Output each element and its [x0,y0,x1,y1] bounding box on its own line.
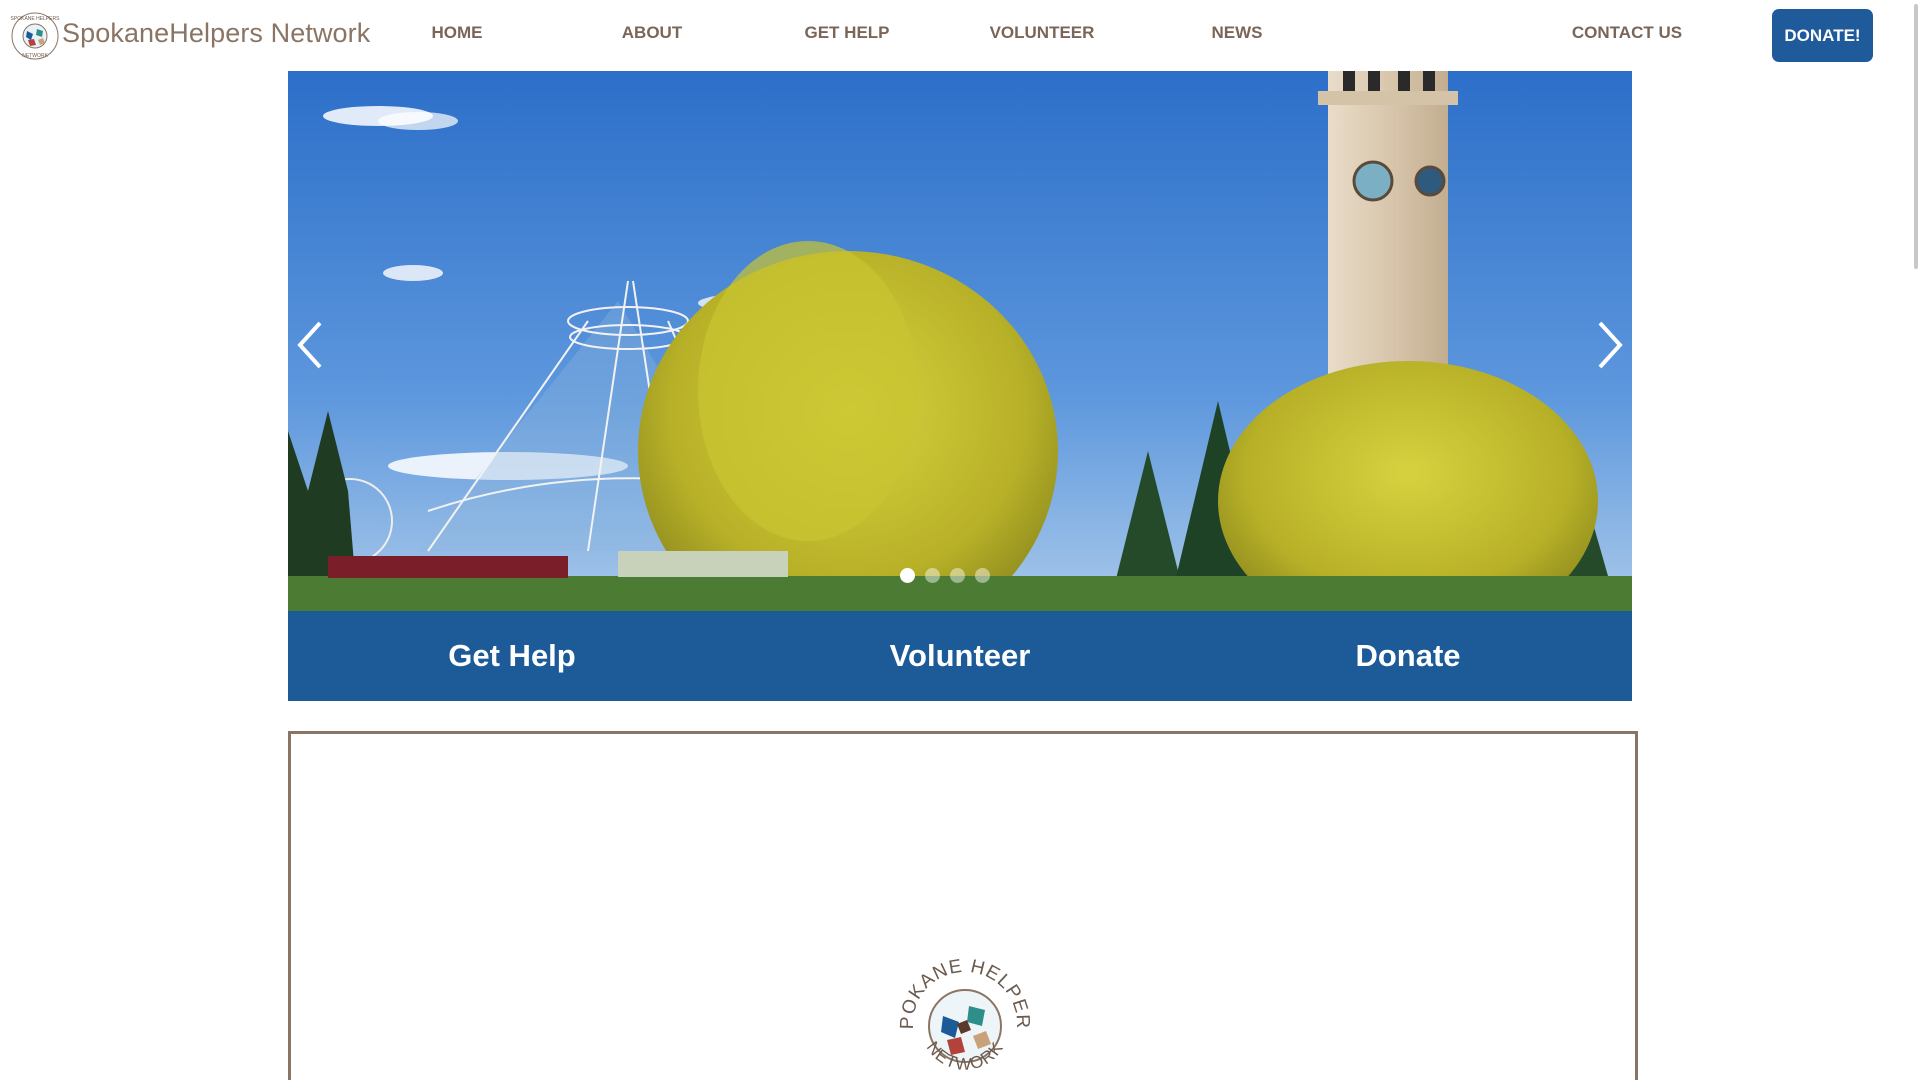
donate-button[interactable]: DONATE! [1772,9,1873,62]
volunteer-link[interactable]: Volunteer [870,611,1051,701]
slider-dot[interactable] [925,568,940,583]
slider-dot[interactable] [950,568,965,583]
nav-volunteer[interactable]: VOLUNTEER [990,23,1095,43]
slider-pagination [900,568,990,583]
donate-link[interactable]: Donate [1335,611,1480,701]
chevron-left-icon[interactable] [294,315,334,375]
nav-about[interactable]: ABOUT [622,23,682,43]
chevron-right-icon[interactable] [1586,315,1626,375]
site-header: SPOKANE HELPERS NETWORK SpokaneHelpers N… [0,0,1910,71]
nav-home[interactable]: HOME [432,23,483,43]
hero-image [288,71,1632,611]
get-help-link[interactable]: Get Help [428,611,595,701]
svg-text:SPOKANE HELPERS: SPOKANE HELPERS [11,16,60,22]
slider-dot[interactable] [975,568,990,583]
page-scrollbar[interactable] [1912,0,1920,1080]
slider-dot[interactable] [900,568,915,583]
nav-news[interactable]: NEWS [1212,23,1263,43]
nav-get-help[interactable]: GET HELP [804,23,889,43]
site-title[interactable]: SpokaneHelpers Network [62,18,370,49]
content-section: SPOKANE HELPERS NETWORK [288,731,1638,1080]
nav-contact-us[interactable]: CONTACT US [1572,23,1682,43]
spokane-helpers-logo-icon: SPOKANE HELPERS NETWORK [895,954,1032,1074]
scrollbar-thumb[interactable] [1914,4,1918,269]
hero-slider[interactable] [288,71,1632,611]
svg-text:NETWORK: NETWORK [22,53,48,59]
spokane-helpers-logo-icon[interactable]: SPOKANE HELPERS NETWORK [10,11,60,61]
action-bar: Get Help Volunteer Donate [288,611,1632,701]
